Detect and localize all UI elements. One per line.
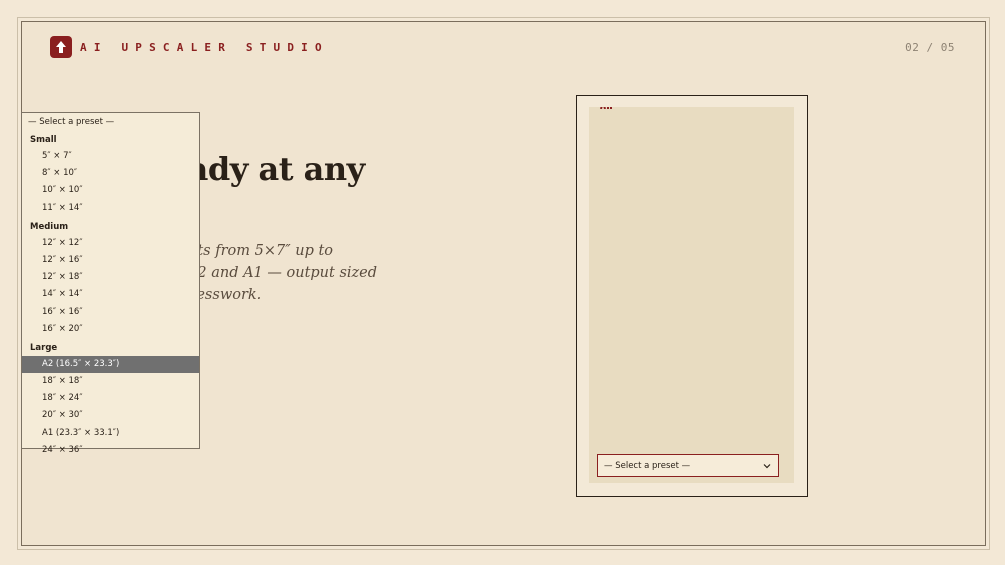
- preset-option[interactable]: 12″ × 12″: [22, 235, 199, 252]
- preset-option[interactable]: A1 (23.3″ × 33.1″): [22, 425, 199, 442]
- preset-option[interactable]: 16″ × 20″: [22, 321, 199, 338]
- preset-group-large: Large A2 (16.5″ × 23.3″) 18″ × 18″ 18″ × 24…: [22, 340, 199, 459]
- preset-option[interactable]: 18″ × 24″: [22, 390, 199, 407]
- brand-name: AI UPSCALER STUDIO: [80, 40, 329, 54]
- preset-group-label: Medium: [30, 221, 69, 232]
- preset-option[interactable]: 18″ × 18″: [22, 373, 199, 390]
- preset-option[interactable]: 10″ × 10″: [22, 182, 199, 199]
- preset-option[interactable]: 14″ × 14″: [22, 286, 199, 303]
- preset-group-medium: Medium 12″ × 12″ 12″ × 16″ 12″ × 18″ 14″ × 1…: [22, 219, 199, 338]
- partial-heading-glyph: [600, 107, 612, 109]
- preset-select-value: — Select a preset —: [604, 460, 691, 471]
- preset-option-placeholder[interactable]: — Select a preset —: [22, 114, 199, 130]
- preset-group-small: Small 5″ × 7″ 8″ × 10″ 10″ × 10″ 11″ × 14″: [22, 132, 199, 217]
- upload-arrow-icon: [50, 36, 72, 58]
- brand: AI UPSCALER STUDIO: [50, 36, 329, 58]
- preset-option[interactable]: 5″ × 7″: [22, 148, 199, 165]
- preset-option[interactable]: 12″ × 18″: [22, 269, 199, 286]
- page-counter: 02 / 05: [905, 41, 955, 54]
- preset-option[interactable]: 11″ × 14″: [22, 200, 199, 217]
- preset-option[interactable]: A2 (16.5″ × 23.3″): [22, 355, 199, 374]
- preset-group-label: Large: [30, 342, 58, 353]
- preset-option[interactable]: 12″ × 16″: [22, 252, 199, 269]
- preset-option[interactable]: 20″ × 30″: [22, 407, 199, 424]
- preset-option[interactable]: 24″ × 36″: [22, 442, 199, 459]
- screenshot-panel: [589, 107, 794, 483]
- preset-dropdown-list[interactable]: — Select a preset — Small 5″ × 7″ 8″ × 10″…: [21, 112, 200, 455]
- preset-option[interactable]: 8″ × 10″: [22, 165, 199, 182]
- preset-group-label: Small: [30, 135, 57, 145]
- chevron-down-icon: [763, 464, 771, 469]
- screenshot-frame: [576, 95, 808, 497]
- preset-select[interactable]: — Select a preset —: [597, 454, 779, 477]
- preset-option[interactable]: 16″ × 16″: [22, 304, 199, 321]
